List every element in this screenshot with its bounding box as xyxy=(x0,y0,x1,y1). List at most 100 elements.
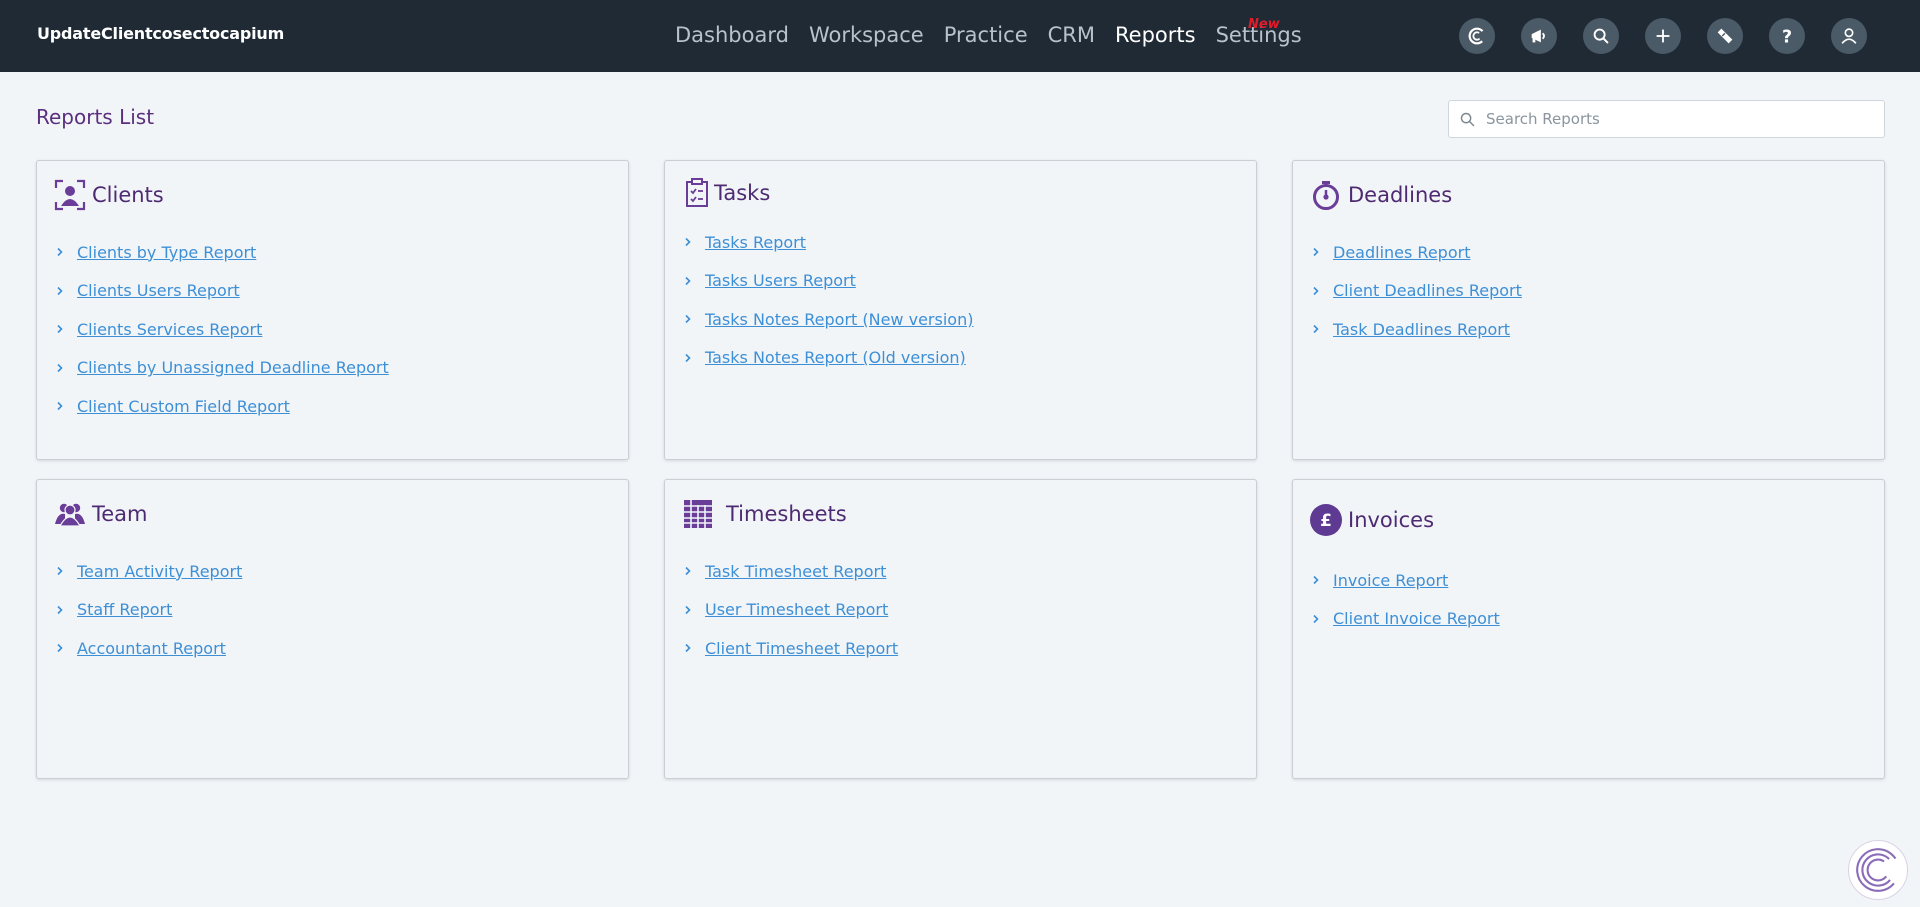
report-link[interactable]: Clients Services Report xyxy=(77,320,262,339)
chevron-right-icon xyxy=(55,642,67,654)
megaphone-icon[interactable] xyxy=(1521,18,1557,54)
page-title: Reports List xyxy=(36,105,155,129)
list-item: Clients Services Report xyxy=(55,310,389,349)
svg-text:£: £ xyxy=(1320,511,1332,531)
list-item: User Timesheet Report xyxy=(683,591,898,630)
report-link[interactable]: Task Timesheet Report xyxy=(705,562,886,581)
chevron-right-icon xyxy=(55,604,67,616)
capium-logo-icon[interactable] xyxy=(1459,18,1495,54)
nav-workspace[interactable]: Workspace xyxy=(809,23,924,47)
card-title: Timesheets xyxy=(726,502,847,526)
nav-crm[interactable]: CRM xyxy=(1048,23,1095,47)
chevron-right-icon xyxy=(55,246,67,258)
clipboard-icon xyxy=(682,177,714,209)
client-icon xyxy=(54,179,86,211)
report-link[interactable]: Team Activity Report xyxy=(77,562,242,581)
chevron-right-icon xyxy=(1311,613,1323,625)
search-icon[interactable] xyxy=(1583,18,1619,54)
user-icon[interactable] xyxy=(1831,18,1867,54)
main-nav: Dashboard Workspace Practice CRM Reports… xyxy=(675,20,1322,50)
search-reports-input[interactable] xyxy=(1486,110,1866,128)
list-item: Client Custom Field Report xyxy=(55,387,389,426)
brand-name[interactable]: UpdateClientcosectocapium xyxy=(37,24,284,43)
report-link[interactable]: Clients by Unassigned Deadline Report xyxy=(77,358,389,377)
report-link[interactable]: Invoice Report xyxy=(1333,571,1448,590)
report-link[interactable]: Tasks Report xyxy=(705,233,806,252)
card-title: Clients xyxy=(92,183,164,207)
card-clients: Clients Clients by Type Report Clients U… xyxy=(36,160,629,460)
list-item: Invoice Report xyxy=(1311,561,1500,600)
report-link[interactable]: Client Deadlines Report xyxy=(1333,281,1522,300)
report-link[interactable]: Clients Users Report xyxy=(77,281,240,300)
chevron-right-icon xyxy=(683,313,695,325)
search-reports-box[interactable] xyxy=(1448,100,1885,138)
nav-practice[interactable]: Practice xyxy=(944,23,1028,47)
chevron-right-icon xyxy=(683,642,695,654)
list-item: Team Activity Report xyxy=(55,552,242,591)
report-link[interactable]: Client Invoice Report xyxy=(1333,609,1500,628)
list-item: Tasks Notes Report (Old version) xyxy=(683,339,973,378)
report-link[interactable]: Client Timesheet Report xyxy=(705,639,898,658)
report-link[interactable]: Tasks Users Report xyxy=(705,271,856,290)
report-link[interactable]: Tasks Notes Report (Old version) xyxy=(705,348,966,367)
ticket-icon[interactable] xyxy=(1707,18,1743,54)
list-item: Accountant Report xyxy=(55,629,242,668)
list-item: Client Timesheet Report xyxy=(683,629,898,668)
chevron-right-icon xyxy=(55,323,67,335)
card-title: Team xyxy=(92,502,148,526)
header-actions: ? xyxy=(1459,18,1893,54)
help-icon[interactable]: ? xyxy=(1769,18,1805,54)
chevron-right-icon xyxy=(55,400,67,412)
report-link[interactable]: Tasks Notes Report (New version) xyxy=(705,310,973,329)
chevron-right-icon xyxy=(55,362,67,374)
chevron-right-icon xyxy=(1311,323,1323,335)
chevron-right-icon xyxy=(1311,285,1323,297)
team-icon xyxy=(54,498,86,530)
report-link[interactable]: User Timesheet Report xyxy=(705,600,888,619)
chevron-right-icon xyxy=(683,236,695,248)
card-deadlines: Deadlines Deadlines Report Client Deadli… xyxy=(1292,160,1885,460)
nav-reports[interactable]: Reports xyxy=(1115,23,1196,47)
chat-widget-button[interactable] xyxy=(1848,840,1908,900)
grid-table-icon xyxy=(682,498,714,530)
chevron-right-icon xyxy=(683,604,695,616)
top-navbar: UpdateClientcosectocapium Dashboard Work… xyxy=(0,0,1920,72)
chevron-right-icon xyxy=(1311,574,1323,586)
chevron-right-icon xyxy=(683,352,695,364)
report-link[interactable]: Task Deadlines Report xyxy=(1333,320,1510,339)
chevron-right-icon xyxy=(55,285,67,297)
list-item: Client Deadlines Report xyxy=(1311,272,1522,311)
list-item: Clients Users Report xyxy=(55,272,389,311)
pound-icon: £ xyxy=(1310,504,1342,536)
capium-chat-icon xyxy=(1856,848,1900,892)
plus-icon[interactable] xyxy=(1645,18,1681,54)
report-link[interactable]: Accountant Report xyxy=(77,639,226,658)
report-link[interactable]: Client Custom Field Report xyxy=(77,397,290,416)
list-item: Task Timesheet Report xyxy=(683,552,898,591)
card-invoices: £ Invoices Invoice Report Client Invoice… xyxy=(1292,479,1885,779)
card-timesheets: Timesheets Task Timesheet Report User Ti… xyxy=(664,479,1257,779)
report-link[interactable]: Staff Report xyxy=(77,600,172,619)
chevron-right-icon xyxy=(1311,246,1323,258)
card-title: Tasks xyxy=(714,181,771,205)
card-team: Team Team Activity Report Staff Report A… xyxy=(36,479,629,779)
list-item: Task Deadlines Report xyxy=(1311,310,1522,349)
list-item: Deadlines Report xyxy=(1311,233,1522,272)
report-link[interactable]: Deadlines Report xyxy=(1333,243,1470,262)
card-title: Invoices xyxy=(1348,508,1435,532)
new-badge: New xyxy=(1248,17,1280,32)
chevron-right-icon xyxy=(683,565,695,577)
list-item: Staff Report xyxy=(55,591,242,630)
stopwatch-icon xyxy=(1310,179,1342,211)
list-item: Tasks Users Report xyxy=(683,262,973,301)
search-icon xyxy=(1460,112,1475,126)
card-tasks: Tasks Tasks Report Tasks Users Report Ta… xyxy=(664,160,1257,460)
chevron-right-icon xyxy=(55,565,67,577)
list-item: Tasks Notes Report (New version) xyxy=(683,300,973,339)
list-item: Client Invoice Report xyxy=(1311,600,1500,639)
list-item: Clients by Type Report xyxy=(55,233,389,272)
chevron-right-icon xyxy=(683,275,695,287)
card-title: Deadlines xyxy=(1348,183,1453,207)
nav-dashboard[interactable]: Dashboard xyxy=(675,23,789,47)
report-link[interactable]: Clients by Type Report xyxy=(77,243,256,262)
